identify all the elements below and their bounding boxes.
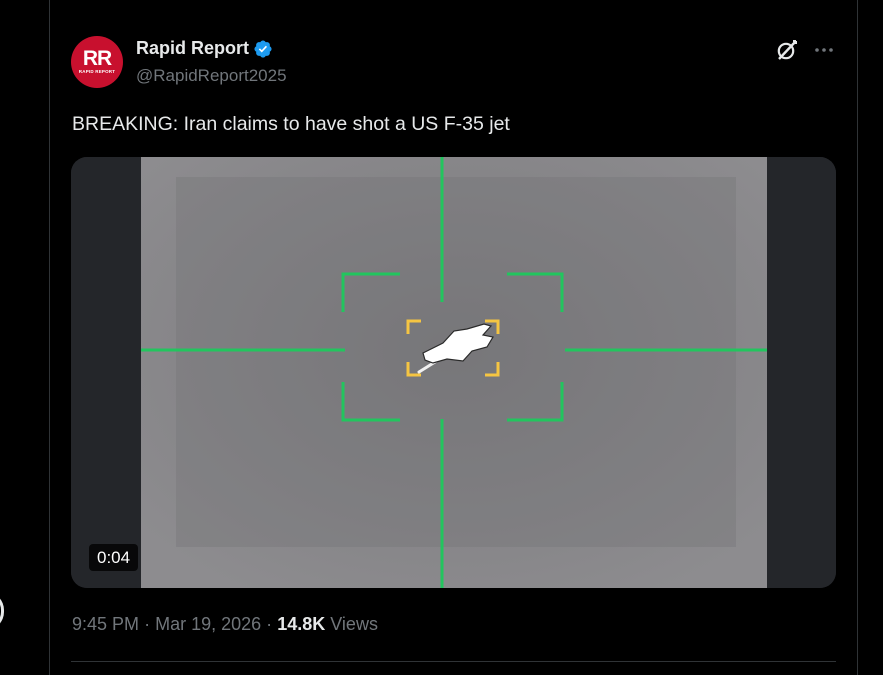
grok-button[interactable] (774, 37, 800, 63)
tweet-text: BREAKING: Iran claims to have shot a US … (72, 113, 510, 135)
verified-badge-icon (254, 39, 272, 58)
tweet-time[interactable]: 9:45 PM (72, 614, 139, 634)
views-count[interactable]: 14.8K (277, 614, 325, 634)
more-options-button[interactable] (811, 37, 837, 63)
avatar-initials: RR (82, 47, 112, 70)
author-handle[interactable]: @RapidReport2025 (136, 66, 287, 86)
avatar[interactable]: RR RAPID REPORT (71, 36, 123, 88)
sidebar-edge-fragment (0, 592, 4, 630)
author-name-row[interactable]: Rapid Report (136, 38, 273, 59)
tweet-date[interactable]: Mar 19, 2026 (155, 614, 261, 634)
meta-separator: · (266, 614, 273, 634)
video-frame (71, 157, 836, 588)
more-icon (815, 48, 833, 52)
video-player[interactable] (71, 157, 836, 588)
column-border-right (857, 0, 858, 675)
author-display-name[interactable]: Rapid Report (136, 38, 249, 59)
views-label[interactable]: Views (330, 614, 378, 634)
avatar-subtext: RAPID REPORT (78, 69, 116, 74)
video-duration-badge: 0:04 (89, 544, 139, 571)
column-border-left (49, 0, 50, 675)
grok-icon (777, 40, 797, 60)
meta-separator: · (144, 614, 151, 634)
tweet-meta: 9:45 PM · Mar 19, 2026 · 14.8K Views (72, 614, 378, 635)
meta-divider (71, 661, 836, 662)
